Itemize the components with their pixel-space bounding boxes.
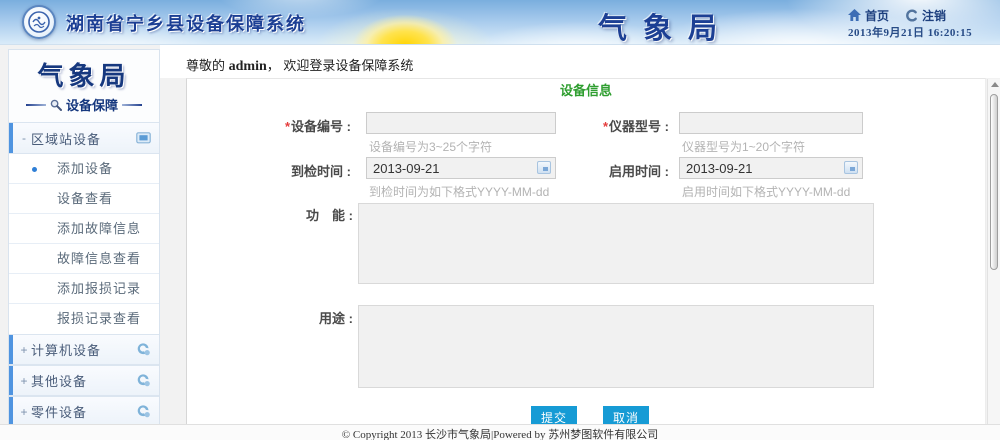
expand-indicator: +: [17, 374, 31, 388]
usage-label: 用途 :: [251, 308, 353, 327]
sidebar-logo-title: 气象局: [9, 56, 159, 93]
usage-textarea[interactable]: [358, 305, 874, 388]
support-icon: [136, 405, 151, 418]
sidebar-item-add-fault[interactable]: 添加故障信息: [9, 214, 159, 244]
page-footer: © Copyright 2013 长沙市气象局|Powered by 苏州梦图软…: [0, 424, 1000, 440]
model-label: *仪器型号 :: [569, 116, 669, 135]
model-input[interactable]: [679, 112, 863, 134]
sidebar-group-other[interactable]: + 其他设备: [9, 365, 159, 396]
device-no-input[interactable]: [366, 112, 556, 134]
sidebar-item-label: 故障信息查看: [57, 251, 141, 266]
sidebar-item-view-damage[interactable]: 报损记录查看: [9, 304, 159, 334]
function-textarea[interactable]: [358, 203, 874, 284]
greeting-suffix: ， 欢迎登录设备保障系统: [267, 58, 414, 73]
sidebar-item-label: 报损记录查看: [57, 311, 141, 326]
sidebar-group-regional-station[interactable]: - 区域站设备: [9, 122, 159, 154]
sidebar-item-label: 添加故障信息: [57, 221, 141, 236]
greeting-prefix: 尊敬的: [186, 58, 229, 73]
sidebar-item-add-device[interactable]: 添加设备: [9, 154, 159, 184]
collapse-indicator: -: [17, 131, 31, 145]
sidebar-item-label: 设备查看: [57, 191, 113, 206]
top-nav: 首页 注销: [848, 7, 946, 23]
sidebar-item-view-faults[interactable]: 故障信息查看: [9, 244, 159, 274]
sidebar-group-parts[interactable]: + 零件设备: [9, 396, 159, 427]
divider: [26, 104, 46, 106]
required-mark: *: [285, 119, 290, 134]
sidebar-group-label: 零件设备: [31, 402, 136, 421]
enable-date-input[interactable]: [679, 157, 863, 179]
divider: [122, 104, 142, 106]
greeting-bar: 尊敬的 admin， 欢迎登录设备保障系统: [160, 45, 1000, 78]
enable-date-hint: 启用时间如下格式YYYY-MM-dd: [682, 183, 850, 200]
logout-icon: [905, 9, 918, 22]
calendar-icon[interactable]: [537, 161, 551, 174]
enable-date-label: 启用时间 :: [569, 161, 669, 180]
copyright-text: © Copyright 2013 长沙市气象局|Powered by 苏州梦图软…: [342, 429, 658, 440]
expand-indicator: +: [17, 405, 31, 419]
sidebar-group-label: 区域站设备: [31, 129, 136, 148]
app-header: 湖南省宁乡县设备保障系统 气象局 首页 注销 2013年9月21日 16:20:…: [0, 0, 1000, 45]
scroll-up-arrow-icon[interactable]: [991, 82, 999, 87]
check-date-hint: 到检时间为如下格式YYYY-MM-dd: [369, 183, 549, 200]
greeting-text: 尊敬的 admin， 欢迎登录设备保障系统: [186, 55, 413, 75]
calendar-icon[interactable]: [844, 161, 858, 174]
sidebar-logo: 气象局 设备保障: [9, 50, 159, 114]
check-date-input[interactable]: [366, 157, 556, 179]
check-date-label: 到检时间 :: [251, 161, 351, 180]
sidebar-item-view-devices[interactable]: 设备查看: [9, 184, 159, 214]
model-hint: 仪器型号为1~20个字符: [682, 138, 805, 155]
brand-title: 气象局: [598, 5, 733, 47]
support-icon: [136, 374, 151, 387]
form-title: 设备信息: [187, 80, 985, 99]
sidebar-group-label: 其他设备: [31, 371, 136, 390]
org-logo-icon: [22, 5, 56, 39]
sidebar-item-label: 添加报损记录: [57, 281, 141, 296]
sidebar-submenu: 添加设备 设备查看 添加故障信息 故障信息查看 添加报损记录 报损记录查看: [9, 154, 159, 334]
sidebar-group-computer[interactable]: + 计算机设备: [9, 334, 159, 365]
expand-indicator: +: [17, 343, 31, 357]
logout-link[interactable]: 注销: [922, 7, 946, 24]
sidebar: 气象局 设备保障 - 区域站设备 添加设备 设备查看: [8, 49, 160, 440]
vertical-scrollbar[interactable]: [987, 79, 1000, 424]
home-icon: [848, 9, 861, 21]
sidebar-group-label: 计算机设备: [31, 340, 136, 359]
sidebar-item-label: 添加设备: [57, 161, 113, 176]
app-title: 湖南省宁乡县设备保障系统: [66, 10, 306, 36]
sidebar-logo-subtitle: 设备保障: [66, 95, 118, 114]
device-no-label: *设备编号 :: [251, 116, 351, 135]
app-window: 湖南省宁乡县设备保障系统 气象局 首页 注销 2013年9月21日 16:20:…: [0, 0, 1000, 440]
device-form-panel: 设备信息 *设备编号 : *仪器型号 : 设备编号为3~25个字符 仪器型号为1…: [186, 78, 986, 424]
magnifier-icon: [50, 99, 62, 111]
greeting-username: admin: [229, 59, 267, 74]
required-mark: *: [603, 119, 608, 134]
function-label: 功 能 :: [251, 205, 353, 224]
device-no-hint: 设备编号为3~25个字符: [369, 138, 492, 155]
active-bullet-icon: [32, 167, 37, 172]
home-link[interactable]: 首页: [865, 7, 889, 24]
sidebar-logo-subtitle-row: 设备保障: [9, 95, 159, 114]
support-icon: [136, 343, 151, 356]
sidebar-item-add-damage[interactable]: 添加报损记录: [9, 274, 159, 304]
scrollbar-thumb[interactable]: [990, 94, 998, 270]
datetime: 2013年9月21日 16:20:15: [848, 24, 972, 40]
monitor-icon: [136, 132, 151, 145]
